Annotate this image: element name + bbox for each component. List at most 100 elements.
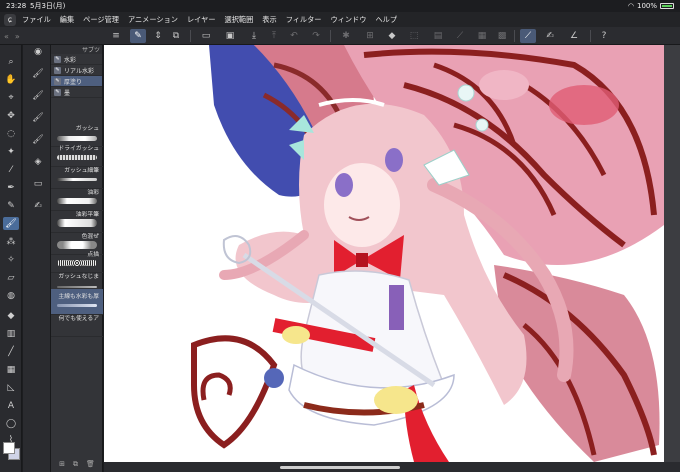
canvas-area	[104, 45, 680, 472]
brush-panel-footer: ⊞ ⧉ 🗑	[52, 460, 102, 470]
subtool-oil-icon[interactable]: 🖌	[30, 89, 46, 103]
status-bar: 23:28 5月3日(月) ◠ 100%	[0, 0, 680, 12]
trash-icon[interactable]: 🗑	[86, 460, 95, 470]
menu-view[interactable]: 表示	[262, 15, 276, 25]
duplicate-icon[interactable]: ⧉	[73, 460, 78, 470]
menu-help[interactable]: ヘルプ	[375, 15, 397, 25]
brush-stroke-preview	[57, 219, 97, 227]
move-icon[interactable]: ✥	[3, 109, 19, 122]
brush-stabilizer-icon[interactable]: ✍	[542, 29, 558, 43]
airbrush-icon[interactable]: ⁂	[3, 235, 19, 248]
new-file-icon[interactable]: ▭	[198, 29, 214, 43]
screen-icon[interactable]: ⧉	[168, 29, 184, 43]
sub-tool-column: ◉ 🖌 🖌 🖌 🖌 ◈ ▭ ✍	[23, 45, 51, 472]
lasso-icon[interactable]: ◌	[3, 127, 19, 140]
frame-icon[interactable]: ▦	[3, 363, 19, 376]
undo-icon[interactable]: ↶	[286, 29, 302, 43]
help-icon[interactable]: ?	[596, 29, 612, 43]
brush-category-label: 墨	[64, 89, 71, 97]
collapse-left-icon[interactable]: «	[4, 32, 9, 41]
brush-name: 色混ぜ	[81, 234, 99, 240]
zoom-icon[interactable]: ⌕	[3, 55, 19, 68]
toolbar-separator	[330, 30, 331, 42]
brush-name: ガッシュ細筆	[64, 168, 99, 174]
menu-selection[interactable]: 選択範囲	[225, 15, 254, 25]
expand-icon[interactable]: »	[15, 32, 20, 41]
select-all-icon[interactable]: ⊞	[362, 29, 378, 43]
crop-icon[interactable]: ▤	[430, 29, 446, 43]
add-brush-icon[interactable]: ⊞	[59, 460, 65, 470]
menu-file[interactable]: ファイル	[22, 15, 51, 25]
edit-mode-icon[interactable]: ✎	[130, 29, 146, 43]
balloon-icon[interactable]: ◯	[3, 417, 19, 430]
home-indicator[interactable]	[280, 466, 400, 469]
hand-icon[interactable]: ✋	[3, 73, 19, 86]
eraser-icon[interactable]: ▱	[3, 271, 19, 284]
gradient-icon[interactable]: ▥	[3, 327, 19, 340]
menu-bar: ɕ ファイル 編集 ページ管理 アニメーション レイヤー 選択範囲 表示 フィル…	[0, 12, 680, 27]
drawing-canvas[interactable]	[104, 45, 664, 462]
subtool-watercolor-icon[interactable]: 🖌	[30, 67, 46, 81]
brush-stroke-preview	[57, 326, 97, 329]
menu-edit[interactable]: 編集	[60, 15, 74, 25]
menu-layer[interactable]: レイヤー	[187, 15, 216, 25]
brush-name: 油彩	[87, 190, 99, 196]
fill-bucket-icon[interactable]: ◆	[3, 309, 19, 322]
brush-name: 主線も水彩も厚	[58, 294, 99, 300]
toolbar-left: « »	[0, 27, 104, 45]
menu-page[interactable]: ページ管理	[83, 15, 119, 25]
brush-category-label: リアル水彩	[64, 67, 94, 75]
brush-name: 点描	[87, 252, 99, 258]
slash-icon[interactable]: ⟋	[452, 29, 468, 43]
brush-stroke-preview	[57, 198, 97, 204]
subtool-ink-icon[interactable]: 🖌	[30, 111, 46, 125]
ruler-pen-icon[interactable]: ∠	[566, 29, 582, 43]
grid-icon[interactable]: ▩	[494, 29, 510, 43]
brush-category[interactable]: ✎ リアル水彩	[51, 65, 102, 76]
subtool-settings-icon[interactable]: ◉	[30, 45, 46, 59]
subtool-gouache-icon[interactable]: 🖌	[30, 133, 46, 147]
vertical-scroll-area[interactable]	[664, 45, 680, 462]
hamburger-menu-icon[interactable]: ≡	[108, 29, 124, 43]
foreground-color-swatch[interactable]	[3, 442, 15, 454]
save-icon[interactable]: ⤓	[246, 29, 262, 43]
brush-icon: ✎	[54, 77, 61, 85]
operation-icon[interactable]: ⌖	[3, 91, 19, 104]
decoration-icon[interactable]: ✧	[3, 253, 19, 266]
brush-icon: ✎	[54, 88, 61, 96]
ruler-icon[interactable]: ◺	[3, 381, 19, 394]
deselect-icon[interactable]: ✱	[338, 29, 354, 43]
figure-icon[interactable]: ╱	[3, 345, 19, 358]
artwork	[191, 45, 664, 462]
transform-icon[interactable]: ⬚	[406, 29, 422, 43]
open-folder-icon[interactable]: ▣	[222, 29, 238, 43]
blend-icon[interactable]: ◍	[3, 289, 19, 302]
redo-icon[interactable]: ↷	[308, 29, 324, 43]
subtool-edit-icon[interactable]: ✍	[30, 199, 46, 213]
brush-category-label: 水彩	[64, 56, 77, 64]
status-date: 5月3日(月)	[30, 2, 66, 10]
export-icon[interactable]: ⤒	[266, 29, 282, 43]
app-logo-icon[interactable]: ɕ	[4, 13, 16, 26]
pen-icon[interactable]: ✒	[3, 181, 19, 194]
subtool-page-icon[interactable]: ▭	[30, 177, 46, 191]
brush-stroke-preview	[57, 260, 97, 266]
brush-category[interactable]: ✎ 墨	[51, 87, 102, 98]
brush-category[interactable]: ✎ 水彩	[51, 54, 102, 65]
subtool-layers-icon[interactable]: ◈	[30, 155, 46, 169]
updown-icon[interactable]: ⇕	[150, 29, 166, 43]
menu-animation[interactable]: アニメーション	[128, 15, 178, 25]
layer-icon[interactable]: ▦	[474, 29, 490, 43]
pen-pressure-icon[interactable]: ⟋	[520, 29, 536, 43]
list-item[interactable]: 何でも使えるア	[51, 311, 103, 337]
menu-window[interactable]: ウィンドウ	[330, 15, 366, 25]
text-icon[interactable]: A	[3, 399, 19, 412]
brush-tool-icon[interactable]: 🖌	[3, 217, 19, 230]
pencil-icon[interactable]: ✎	[3, 199, 19, 212]
magic-wand-icon[interactable]: ✦	[3, 145, 19, 158]
brush-category[interactable]: ✎ 厚塗り	[51, 76, 102, 87]
fill-icon[interactable]: ◆	[384, 29, 400, 43]
menu-filter[interactable]: フィルター	[286, 15, 322, 25]
command-bar: « » ≡ ✎ ⇕ ⧉ ▭ ▣ ⤓ ⤒ ↶ ↷ ✱ ⊞ ◆ ⬚ ▤ ⟋ ▦ ▩ …	[0, 27, 680, 45]
eyedropper-icon[interactable]: ⁄	[3, 163, 19, 176]
